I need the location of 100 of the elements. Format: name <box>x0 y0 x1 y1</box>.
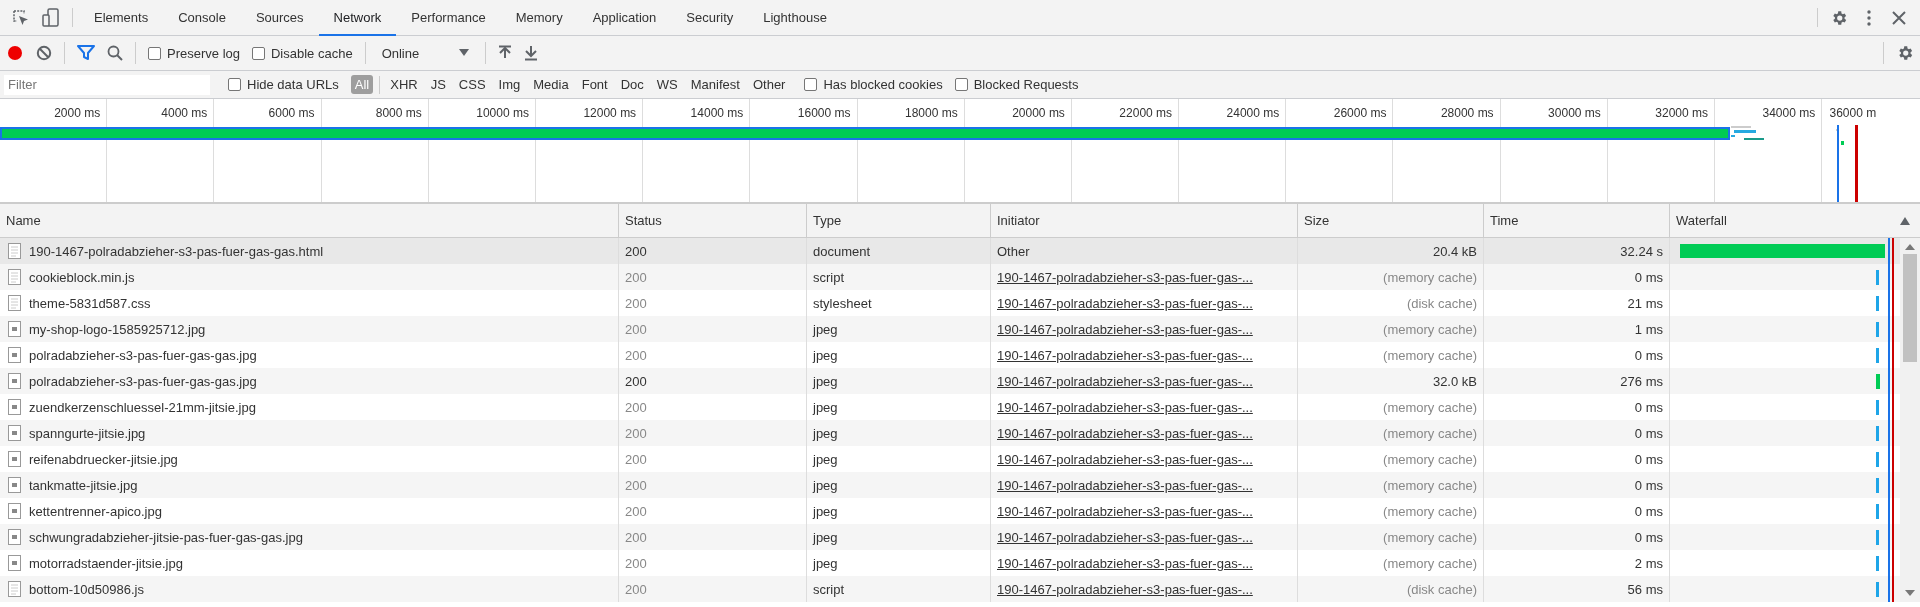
time-tick-label: 12000 ms <box>583 106 637 120</box>
initiator-link[interactable]: 190-1467-polradabzieher-s3-pas-fuer-gas-... <box>997 503 1253 519</box>
resource-type: stylesheet <box>813 295 872 311</box>
sort-icon[interactable] <box>1900 216 1910 225</box>
panel-tab[interactable]: Lighthouse <box>748 0 842 36</box>
request-row[interactable]: 190-1467-polradabzieher-s3-pas-fuer-gas-gas.html 200 document Other 20.4 kB 32.24 s <box>0 238 1900 264</box>
request-row[interactable]: cookieblock.min.js 200 script 190-1467-polradabzieher-s3-pas-fuer-gas-... (memory cache) 0 ms <box>0 264 1900 290</box>
resource-type: jpeg <box>813 321 838 337</box>
file-icon <box>8 295 21 311</box>
time-tick-label: 28000 ms <box>1440 106 1494 120</box>
type-filter-button[interactable]: Media <box>529 75 573 94</box>
filter-input[interactable]: Filter <box>4 74 210 95</box>
panel-tab[interactable]: Performance <box>396 0 501 36</box>
type-filter-button[interactable]: XHR <box>386 75 422 94</box>
more-options-icon[interactable] <box>1867 9 1871 26</box>
panel-tab[interactable]: Application <box>577 0 672 36</box>
initiator-link[interactable]: 190-1467-polradabzieher-s3-pas-fuer-gas-... <box>997 347 1253 363</box>
time-tick-label: 16000 ms <box>797 106 851 120</box>
size-value: 32.0 kB <box>1432 373 1477 389</box>
type-filter-button[interactable]: Manifest <box>686 75 744 94</box>
search-icon[interactable] <box>107 45 123 61</box>
time-tick-label: 30000 ms <box>1548 106 1601 120</box>
resource-type: jpeg <box>813 503 838 519</box>
device-toolbar-icon[interactable] <box>42 7 60 28</box>
scroll-thumb[interactable] <box>1903 254 1917 362</box>
panel-tab[interactable]: Sources <box>240 0 319 36</box>
initiator-link[interactable]: 190-1467-polradabzieher-s3-pas-fuer-gas-... <box>997 295 1253 311</box>
time-tick-label: 26000 ms <box>1333 106 1387 120</box>
status-code: 200 <box>625 321 647 337</box>
column-header[interactable]: Waterfall <box>1676 213 1727 228</box>
request-row[interactable]: my-shop-logo-1585925712.jpg 200 jpeg 190-1467-polradabzieher-s3-pas-fuer-gas-... (memory cache) 1 ms <box>0 316 1900 342</box>
column-header[interactable]: Name <box>6 213 41 228</box>
waterfall-bar <box>1876 426 1879 441</box>
type-filter-button[interactable]: JS <box>426 75 450 94</box>
request-row[interactable]: tankmatte-jitsie.jpg 200 jpeg 190-1467-polradabzieher-s3-pas-fuer-gas-... (memory cache) 0 ms <box>0 472 1900 498</box>
initiator-link[interactable]: 190-1467-polradabzieher-s3-pas-fuer-gas-... <box>997 477 1253 493</box>
request-name: my-shop-logo-1585925712.jpg <box>29 321 206 337</box>
checkbox[interactable] <box>228 78 241 91</box>
throttling-dropdown[interactable]: Online <box>377 45 474 61</box>
initiator-link[interactable]: 190-1467-polradabzieher-s3-pas-fuer-gas-... <box>997 451 1253 467</box>
scroll-up-arrow-icon[interactable] <box>1905 244 1915 250</box>
initiator-link[interactable]: 190-1467-polradabzieher-s3-pas-fuer-gas-... <box>997 269 1253 285</box>
type-filter-button[interactable]: CSS <box>454 75 490 94</box>
column-header[interactable]: Type <box>813 213 842 228</box>
checkbox[interactable] <box>148 46 161 60</box>
checkbox[interactable] <box>954 78 968 91</box>
type-filter-button[interactable]: Other <box>748 75 790 94</box>
resource-type: jpeg <box>813 451 838 467</box>
checkbox[interactable] <box>804 78 818 91</box>
column-header[interactable]: Time <box>1490 213 1519 228</box>
size-value: (memory cache) <box>1383 451 1477 467</box>
checkbox[interactable] <box>252 46 265 60</box>
scrollbar[interactable] <box>1900 238 1920 602</box>
initiator-link[interactable]: 190-1467-polradabzieher-s3-pas-fuer-gas-... <box>997 321 1253 337</box>
request-row[interactable]: bottom-10d50986.js 200 script 190-1467-polradabzieher-s3-pas-fuer-gas-... (disk cache) 56 ms <box>0 576 1900 602</box>
waterfall-bar <box>1876 478 1879 493</box>
request-name: theme-5831d587.css <box>29 295 151 311</box>
request-name: spanngurte-jitsie.jpg <box>29 425 146 441</box>
clear-icon[interactable] <box>36 45 52 61</box>
inspect-element-icon[interactable] <box>12 8 30 27</box>
download-icon[interactable] <box>524 45 539 61</box>
size-value: (memory cache) <box>1383 347 1477 363</box>
upload-icon[interactable] <box>498 45 513 61</box>
initiator-link[interactable]: 190-1467-polradabzieher-s3-pas-fuer-gas-... <box>997 373 1253 389</box>
panel-tab[interactable]: Memory <box>500 0 578 36</box>
time-tick-label: 18000 ms <box>905 106 958 120</box>
panel-tab[interactable]: Security <box>671 0 749 36</box>
type-filter-button[interactable]: WS <box>652 75 682 94</box>
size-value: (memory cache) <box>1383 477 1477 493</box>
panel-tab[interactable]: Console <box>163 0 241 36</box>
initiator-link[interactable]: 190-1467-polradabzieher-s3-pas-fuer-gas-... <box>997 581 1253 597</box>
column-header[interactable]: Size <box>1304 213 1330 228</box>
initiator-link[interactable]: 190-1467-polradabzieher-s3-pas-fuer-gas-... <box>997 425 1253 441</box>
scroll-down-arrow-icon[interactable] <box>1905 590 1915 596</box>
request-row[interactable]: polradabzieher-s3-pas-fuer-gas-gas.jpg 200 jpeg 190-1467-polradabzieher-s3-pas-fuer-gas-... 32.0 kB 276 ms <box>0 368 1900 394</box>
resource-type: jpeg <box>813 529 838 545</box>
type-filter-button[interactable]: Img <box>494 75 525 94</box>
initiator-text: Other <box>997 243 1030 259</box>
size-value: (disk cache) <box>1406 295 1477 311</box>
type-filter-button[interactable]: Font <box>577 75 612 94</box>
image-thumbnail-icon <box>8 451 21 467</box>
column-header[interactable]: Status <box>625 213 662 228</box>
size-value: (memory cache) <box>1383 425 1477 441</box>
image-thumbnail-icon <box>8 399 21 415</box>
initiator-link[interactable]: 190-1467-polradabzieher-s3-pas-fuer-gas-... <box>997 399 1253 415</box>
request-row[interactable]: schwungradabzieher-jitsie-pas-fuer-gas-gas.jpg 200 jpeg 190-1467-polradabzieher-s3-pas-fuer-gas-... (memory cache) 0 ms <box>0 524 1900 550</box>
checkbox-label: Blocked Requests <box>973 77 1079 92</box>
close-icon[interactable] <box>1892 10 1906 25</box>
time-value: 0 ms <box>1634 269 1663 285</box>
image-thumbnail-icon <box>8 373 21 389</box>
column-header[interactable]: Initiator <box>997 213 1040 228</box>
type-filter-button[interactable]: Doc <box>616 75 648 94</box>
initiator-link[interactable]: 190-1467-polradabzieher-s3-pas-fuer-gas-... <box>997 555 1253 571</box>
filter-icon[interactable] <box>77 45 95 61</box>
panel-tab[interactable]: Elements <box>79 0 164 36</box>
request-row[interactable]: spanngurte-jitsie.jpg 200 jpeg 190-1467-polradabzieher-s3-pas-fuer-gas-... (memory cache) 0 ms <box>0 420 1900 446</box>
record-button[interactable] <box>6 44 24 62</box>
image-thumbnail-icon <box>8 425 21 441</box>
initiator-link[interactable]: 190-1467-polradabzieher-s3-pas-fuer-gas-... <box>997 529 1253 545</box>
resource-type: jpeg <box>813 347 838 363</box>
